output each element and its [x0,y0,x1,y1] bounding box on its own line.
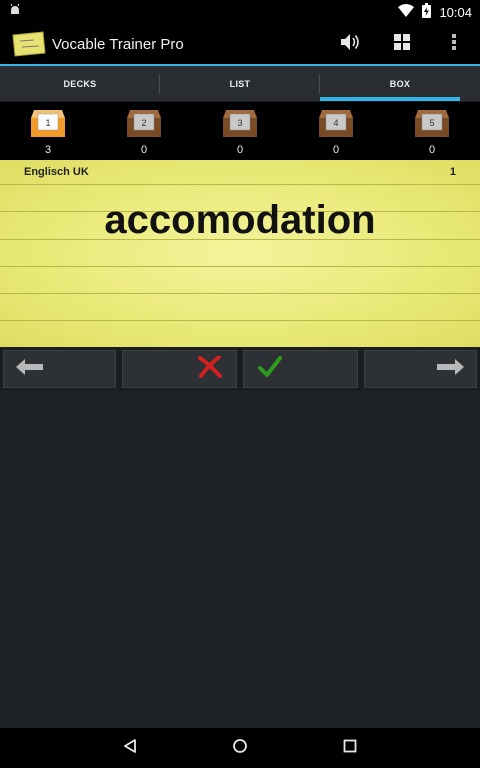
tab-list[interactable]: LIST [160,66,320,101]
tab-box[interactable]: BOX [320,66,480,101]
forward-arrow-icon [436,358,464,380]
box-1[interactable]: 1 3 [0,102,96,160]
box-label: 3 [237,118,242,128]
box-2[interactable]: 2 0 [96,102,192,160]
nav-home-button[interactable] [220,728,260,768]
android-debug-icon [8,3,22,22]
grid-button[interactable] [376,24,428,64]
action-bar: Vocable Trainer Pro [0,24,480,64]
wifi-icon [398,3,415,21]
overflow-menu-icon [451,33,457,56]
card-rule [0,320,480,321]
box-3[interactable]: 3 0 [192,102,288,160]
tab-label: DECKS [63,78,97,89]
box-icon: 1 [30,108,66,138]
next-button[interactable] [364,350,477,388]
box-label: 5 [429,118,434,128]
wrong-x-icon [198,354,222,383]
box-4[interactable]: 4 0 [288,102,384,160]
navigation-bar [0,728,480,768]
box-count: 0 [236,144,244,156]
control-row [0,347,480,391]
box-label: 1 [45,118,50,128]
tab-label: LIST [229,78,251,89]
card-word: accomodation [104,198,376,242]
box-icon: 2 [126,108,162,138]
status-bar: 10:04 [0,0,480,24]
card-rule [0,293,480,294]
status-time: 10:04 [439,4,472,20]
back-icon [122,738,138,759]
speaker-button[interactable] [324,24,376,64]
tab-bar: DECKS LIST BOX [0,66,480,102]
speaker-icon [339,32,361,57]
correct-button[interactable] [243,350,358,388]
app-title: Vocable Trainer Pro [52,35,184,53]
home-icon [232,738,248,759]
nav-back-button[interactable] [110,728,150,768]
grid-icon [394,33,410,55]
empty-content-area [0,391,480,728]
nav-recents-button[interactable] [330,728,370,768]
tab-decks[interactable]: DECKS [0,66,160,101]
box-count: 0 [332,144,340,156]
box-count: 0 [428,144,436,156]
box-label: 4 [333,118,338,128]
battery-icon [422,3,432,21]
box-count: 3 [44,144,52,156]
box-label: 2 [141,118,146,128]
box-icon: 3 [222,108,258,138]
card-rule [0,184,480,185]
correct-check-icon [258,355,282,383]
card-deck-name: Englisch UK [24,166,89,178]
overflow-menu-button[interactable] [428,24,480,64]
card-rule [0,266,480,267]
vocab-card[interactable]: Englisch UK 1 accomodation [0,160,480,347]
box-icon: 5 [414,108,450,138]
card-number: 1 [449,166,456,178]
box-count: 0 [140,144,148,156]
box-5[interactable]: 5 0 [384,102,480,160]
box-icon: 4 [318,108,354,138]
previous-button[interactable] [3,350,116,388]
wrong-button[interactable] [122,350,237,388]
tab-label: BOX [389,78,411,89]
app-icon[interactable] [12,31,46,57]
box-row: 1 3 2 0 3 0 4 0 5 0 [0,102,480,160]
back-arrow-icon [16,358,44,380]
recents-icon [343,739,357,758]
